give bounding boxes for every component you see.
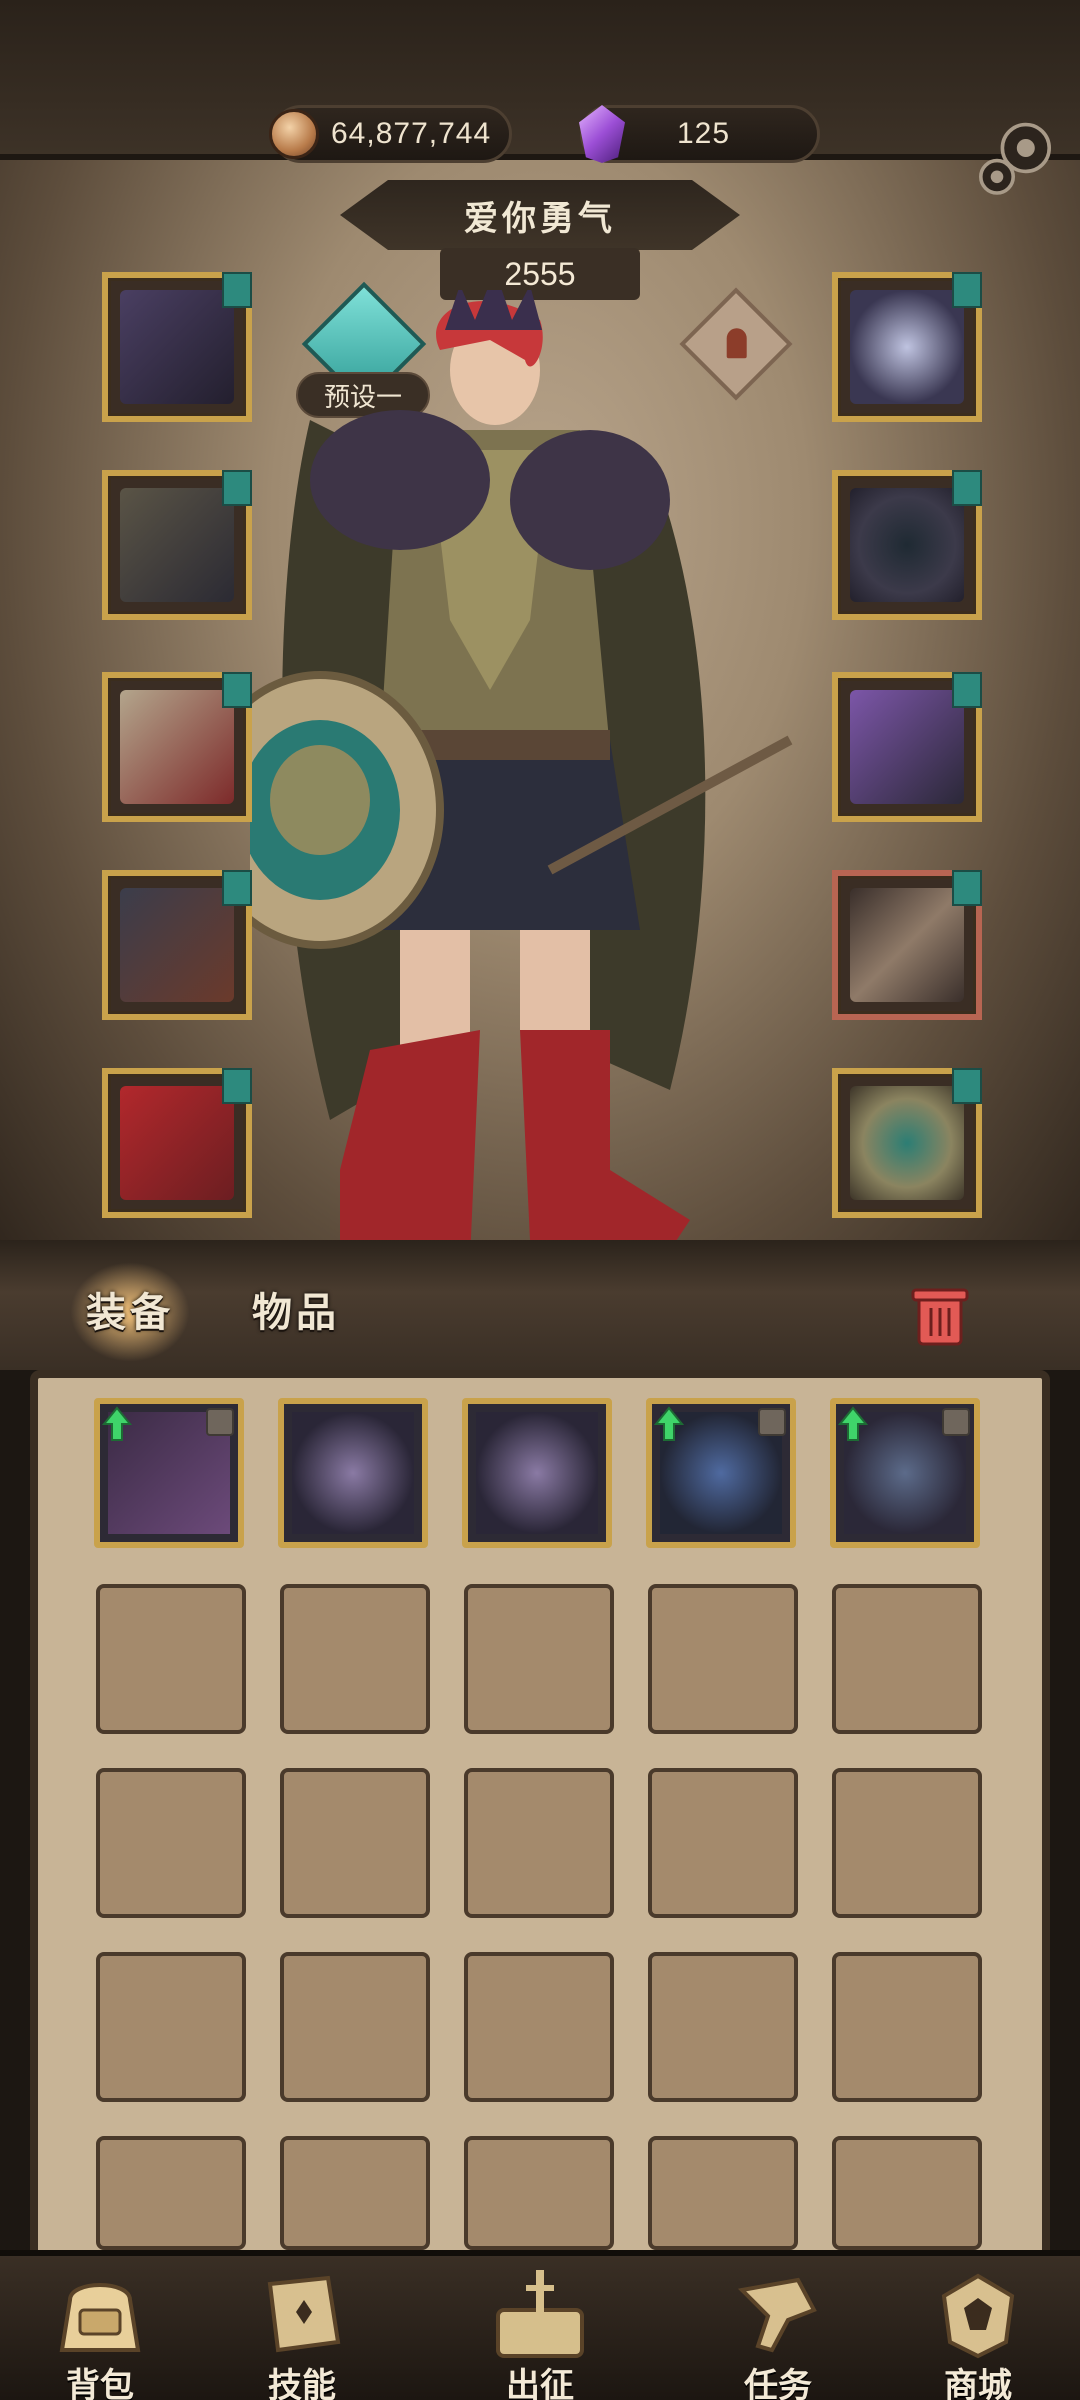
inventory-empty-slot[interactable] [464,1768,614,1918]
shop-crest-icon [941,2273,1015,2359]
chain-ring-icon [850,488,964,602]
slot-tag-icon [952,870,982,906]
nav-quests-label: 任务 [744,2366,812,2400]
fur-skirt-icon [120,888,234,1002]
equip-slot-boots[interactable] [102,1068,252,1218]
coin-amount: 64,877,744 [331,117,492,150]
skill-book-icon [267,2275,341,2353]
trash-icon[interactable] [905,1280,975,1350]
equip-slot-weapon[interactable] [832,870,982,1020]
hero-character [250,290,793,1280]
inventory-item[interactable] [278,1398,428,1548]
nav-backpack-label: 背包 [66,2366,134,2400]
inventory-empty-slot[interactable] [648,1768,798,1918]
skull-pendant-icon [850,290,964,404]
claw-gauntlet-icon [120,690,234,804]
nav-expedition[interactable]: 出征 [450,2250,630,2400]
nav-quests[interactable]: 任务 [688,2250,868,2400]
inventory-item[interactable] [830,1398,980,1548]
inventory-empty-slot[interactable] [832,1952,982,2102]
hero-name: 爱你勇气 [464,198,616,239]
inventory-empty-slot[interactable] [280,2136,430,2250]
inventory-empty-slot[interactable] [96,1584,246,1734]
equip-slot-pants[interactable] [102,870,252,1020]
slot-tag-icon [222,870,252,906]
inventory-empty-slot[interactable] [648,2136,798,2250]
slot-tag-icon [952,672,982,708]
nav-skills-label: 技能 [268,2366,336,2400]
settings-gear-icon[interactable] [970,112,1060,202]
gem-counter[interactable]: 125 [579,105,820,163]
lock-icon [942,1408,970,1436]
inventory-empty-slot[interactable] [648,1584,798,1734]
inventory-empty-slot[interactable] [464,1584,614,1734]
inventory-empty-slot[interactable] [464,2136,614,2250]
top-bar [0,0,1080,160]
inventory-empty-slot[interactable] [280,1768,430,1918]
backpack-icon [59,2283,141,2352]
tab-items[interactable]: 物品 [252,1280,340,1338]
slot-tag-icon [222,1068,252,1104]
inventory-empty-slot[interactable] [96,1768,246,1918]
slot-tag-icon [222,272,252,308]
tab-equipment[interactable]: 装备 [86,1280,174,1338]
inventory-empty-slot[interactable] [96,1952,246,2102]
red-boots-icon [120,1086,234,1200]
equip-slot-shield[interactable] [832,1068,982,1218]
upgrade-arrow-icon [654,1406,684,1441]
slot-tag-icon [222,470,252,506]
equip-slot-gloves[interactable] [102,672,252,822]
nav-expedition-label: 出征 [506,2366,574,2400]
dark-armor-icon [120,488,234,602]
lock-icon [206,1408,234,1436]
quest-horn-icon [737,2277,817,2353]
inventory-item[interactable] [646,1398,796,1548]
equip-slot-bracer[interactable] [832,672,982,822]
nav-backpack[interactable]: 背包 [10,2250,190,2400]
inventory-empty-slot[interactable] [96,2136,246,2250]
nav-skills[interactable]: 技能 [212,2250,392,2400]
purple-skull-bracer-icon [850,690,964,804]
inventory-empty-slot[interactable] [280,1952,430,2102]
equip-slot-necklace[interactable] [832,272,982,422]
equip-slot-helmet[interactable] [102,272,252,422]
fang-gauntlet-icon [476,1412,598,1534]
coin-icon [269,109,319,159]
inventory-empty-slot[interactable] [648,1952,798,2102]
inventory-item[interactable] [462,1398,612,1548]
fang-gauntlet-icon [292,1412,414,1534]
inventory-empty-slot[interactable] [464,1952,614,2102]
gem-amount: 125 [677,117,731,150]
inventory-empty-slot[interactable] [832,1768,982,1918]
inventory-item[interactable] [94,1398,244,1548]
lock-icon [758,1408,786,1436]
nav-shop[interactable]: 商城 [888,2250,1068,2400]
slot-tag-icon [952,470,982,506]
upgrade-arrow-icon [102,1406,132,1441]
nav-shop-label: 商城 [944,2366,1012,2400]
sword-scroll-icon [496,2270,584,2358]
equip-slot-ring[interactable] [832,470,982,620]
upgrade-arrow-icon [838,1406,868,1441]
hero-name-banner: 爱你勇气 [340,180,740,250]
equip-slot-armor[interactable] [102,470,252,620]
skull-shield-icon [850,1086,964,1200]
inventory-empty-slot[interactable] [832,1584,982,1734]
slot-tag-icon [222,672,252,708]
slot-tag-icon [952,272,982,308]
inventory-empty-slot[interactable] [280,1584,430,1734]
inventory-empty-slot[interactable] [832,2136,982,2250]
bone-sword-icon [850,888,964,1002]
coin-counter: 64,877,744 [269,105,512,163]
slot-tag-icon [952,1068,982,1104]
dark-spiked-crown-icon [120,290,234,404]
